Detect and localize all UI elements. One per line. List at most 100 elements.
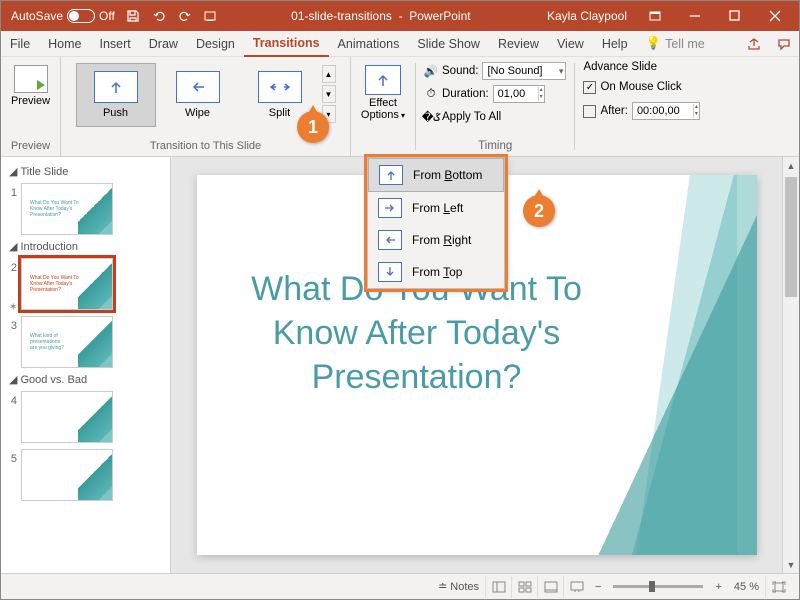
tab-review[interactable]: Review [489, 31, 548, 57]
ribbon: Preview Preview Push Wipe Split ▲ [1, 57, 799, 157]
reading-view-icon[interactable] [537, 576, 563, 598]
duration-icon: ⏱ [424, 88, 438, 101]
quick-access-toolbar [121, 4, 223, 28]
ribbon-tabs: File Home Insert Draw Design Transitions… [1, 31, 799, 57]
wipe-label: Wipe [185, 107, 210, 119]
apply-to-all-button[interactable]: �ػ Apply To All [424, 107, 566, 127]
zoom-slider[interactable] [613, 585, 703, 588]
app-name: PowerPoint [409, 9, 470, 23]
tab-home[interactable]: Home [39, 31, 90, 57]
duration-spinner[interactable]: 01,00 [493, 85, 545, 103]
thumb-2[interactable]: 2 What Do You Want ToKnow After Today'sP… [5, 255, 166, 313]
transition-wipe[interactable]: Wipe [158, 63, 238, 127]
on-mouse-click-checkbox[interactable]: ✓ On Mouse Click [583, 77, 699, 97]
callout-2: 2 [523, 195, 555, 227]
minimize-icon[interactable] [675, 1, 715, 31]
ribbon-options-icon[interactable] [635, 1, 675, 31]
dropdown-from-left[interactable]: From Left [368, 192, 504, 224]
tab-view[interactable]: View [548, 31, 593, 57]
section-good-vs-bad[interactable]: ◢ Good vs. Bad [5, 371, 166, 388]
tab-insert[interactable]: Insert [91, 31, 140, 57]
from-right-icon [378, 230, 402, 250]
tab-help[interactable]: Help [593, 31, 637, 57]
group-timing-controls: 🔊 Sound: [No Sound] ⏱ Duration: 01,00 �ػ… [416, 57, 574, 156]
sound-combo[interactable]: [No Sound] [482, 62, 566, 80]
after-checkbox[interactable] [583, 105, 596, 118]
dropdown-from-bottom[interactable]: From Bottom [368, 158, 504, 192]
start-from-beginning-icon[interactable] [199, 4, 223, 28]
thumb-preview [21, 449, 113, 501]
titlebar: AutoSave Off 01-slide-transitions - Powe… [1, 1, 799, 31]
comments-icon[interactable] [769, 32, 799, 56]
gallery-up-icon[interactable]: ▲ [322, 65, 336, 83]
preview-icon [14, 65, 48, 93]
close-icon[interactable] [755, 1, 795, 31]
dropdown-from-right[interactable]: From Right [368, 224, 504, 256]
share-icon[interactable] [739, 32, 769, 56]
vertical-scrollbar[interactable]: ▲ ▼ [782, 157, 799, 573]
tell-me[interactable]: 💡 Tell me [637, 31, 714, 57]
autosave-toggle[interactable]: AutoSave Off [5, 9, 121, 23]
animation-indicator-icon: ✶ [9, 302, 17, 313]
user-name[interactable]: Kayla Claypool [539, 9, 635, 23]
dd-label: From Bottom [413, 168, 482, 182]
dd-label: From Top [412, 265, 462, 279]
sound-label: Sound: [442, 65, 478, 77]
title-sep: - [395, 9, 409, 23]
tab-draw[interactable]: Draw [140, 31, 187, 57]
thumb-preview [21, 391, 113, 443]
after-label: After: [600, 105, 627, 117]
thumb-preview: What Do You Want ToKnow After Today'sPre… [21, 183, 113, 235]
redo-icon[interactable] [173, 4, 197, 28]
fit-to-window-icon[interactable] [765, 576, 791, 598]
preview-button[interactable]: Preview [7, 61, 55, 107]
tab-animations[interactable]: Animations [329, 31, 409, 57]
tab-file[interactable]: File [1, 31, 39, 57]
group-label-preview: Preview [11, 140, 50, 154]
dropdown-from-top[interactable]: From Top [368, 256, 504, 288]
sorter-view-icon[interactable] [511, 576, 537, 598]
zoom-level[interactable]: 45 % [728, 575, 765, 599]
normal-view-icon[interactable] [485, 576, 511, 598]
effect-options-button[interactable]: Effect Options ▾ [355, 61, 411, 122]
thumb-3[interactable]: 3 What kind of presentationsare you givi… [5, 313, 166, 371]
preview-label: Preview [11, 95, 50, 107]
save-icon[interactable] [121, 4, 145, 28]
notes-button[interactable]: ≐ Notes [432, 575, 485, 599]
transition-push[interactable]: Push [76, 63, 156, 127]
dd-label: From Right [412, 233, 471, 247]
thumb-1[interactable]: 1 What Do You Want ToKnow After Today'sP… [5, 180, 166, 238]
wipe-icon [176, 71, 220, 103]
scroll-down-icon[interactable]: ▼ [783, 556, 799, 573]
slide-thumbnail-panel: ◢ Title Slide 1 What Do You Want ToKnow … [1, 157, 171, 573]
tab-design[interactable]: Design [187, 31, 244, 57]
scroll-thumb[interactable] [785, 177, 797, 297]
push-icon [94, 71, 138, 103]
from-bottom-icon [379, 165, 403, 185]
effect-options-dropdown: From Bottom From Left From Right From To… [367, 157, 505, 289]
effect-options-icon [365, 65, 401, 95]
tab-slideshow[interactable]: Slide Show [408, 31, 489, 57]
slideshow-view-icon[interactable] [563, 576, 589, 598]
split-icon [258, 71, 302, 103]
window-title: 01-slide-transitions - PowerPoint [223, 9, 539, 23]
toggle-icon [67, 9, 95, 23]
thumb-4[interactable]: 4 [5, 388, 166, 446]
tab-transitions[interactable]: Transitions [244, 31, 329, 57]
dd-label: From Left [412, 201, 463, 215]
section-introduction[interactable]: ◢ Introduction [5, 238, 166, 255]
thumb-num: 1 [7, 183, 21, 199]
after-spinner[interactable]: 00:00,00 [632, 102, 700, 120]
thumb-5[interactable]: 5 [5, 446, 166, 504]
gallery-down-icon[interactable]: ▼ [322, 85, 336, 103]
zoom-out-button[interactable]: − [589, 575, 607, 599]
maximize-icon[interactable] [715, 1, 755, 31]
zoom-in-button[interactable]: + [709, 575, 727, 599]
apply-all-icon: �ػ [424, 110, 438, 124]
undo-icon[interactable] [147, 4, 171, 28]
split-label: Split [269, 107, 290, 119]
from-left-icon [378, 198, 402, 218]
scroll-up-icon[interactable]: ▲ [783, 157, 799, 174]
advance-header: Advance Slide [583, 61, 699, 73]
section-title-slide[interactable]: ◢ Title Slide [5, 163, 166, 180]
